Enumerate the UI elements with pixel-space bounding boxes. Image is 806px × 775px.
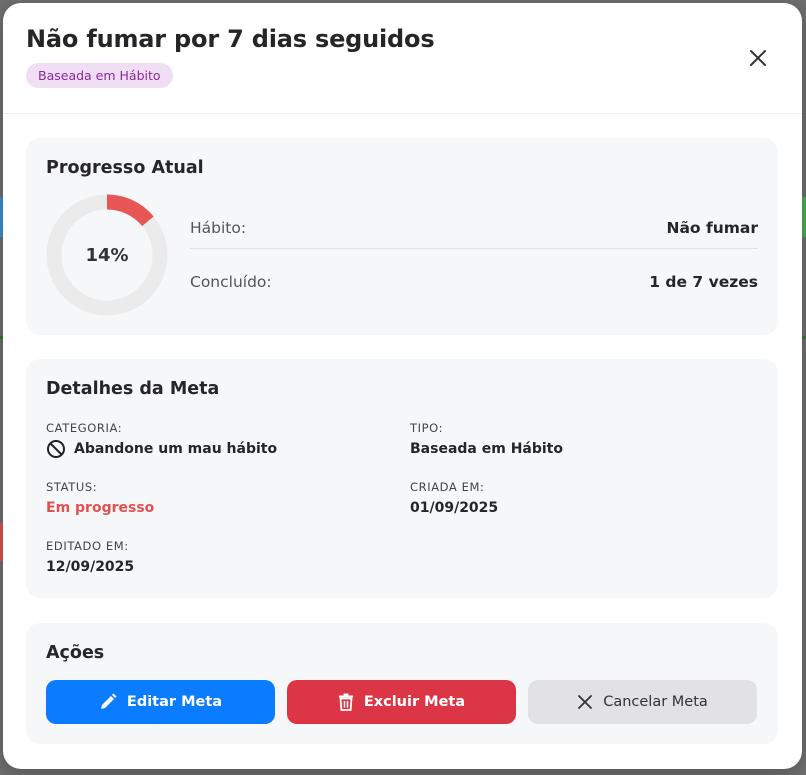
trash-icon xyxy=(338,693,353,711)
done-value: 1 de 7 vezes xyxy=(649,273,758,291)
edit-goal-label: Editar Meta xyxy=(126,694,223,710)
created-label: CRIADA EM: xyxy=(410,480,485,494)
modal-title: Não fumar por 7 dias seguidos xyxy=(26,25,435,53)
modal-header: Não fumar por 7 dias seguidos Baseada em… xyxy=(3,3,802,114)
divider xyxy=(190,248,758,249)
edit-goal-button[interactable]: Editar Meta xyxy=(46,680,275,724)
details-title: Detalhes da Meta xyxy=(46,379,220,399)
type-value: Baseada em Hábito xyxy=(410,441,563,457)
progress-percent: 14% xyxy=(85,244,129,266)
type-label: TIPO: xyxy=(410,421,444,435)
details-card: Detalhes da Meta CATEGORIA: Abandone um … xyxy=(26,359,778,598)
cancel-goal-button[interactable]: Cancelar Meta xyxy=(528,680,757,724)
cancel-goal-label: Cancelar Meta xyxy=(603,694,708,710)
delete-goal-label: Excluir Meta xyxy=(363,694,466,710)
goal-detail-modal: Não fumar por 7 dias seguidos Baseada em… xyxy=(3,3,802,769)
status-value: Em progresso xyxy=(46,500,155,516)
habit-value: Não fumar xyxy=(666,219,758,237)
done-label: Concluído: xyxy=(190,273,272,291)
habit-row: Hábito: Não fumar xyxy=(190,217,758,239)
category-value: Abandone um mau hábito xyxy=(46,439,277,459)
done-row: Concluído: 1 de 7 vezes xyxy=(190,271,758,293)
edited-label: EDITADO EM: xyxy=(46,539,129,553)
category-label: CATEGORIA: xyxy=(46,421,123,435)
status-label: STATUS: xyxy=(46,480,98,494)
progress-title: Progresso Atual xyxy=(46,158,204,178)
category-text: Abandone um mau hábito xyxy=(74,441,278,457)
close-icon xyxy=(750,50,766,66)
pencil-icon xyxy=(100,693,117,709)
progress-card: Progresso Atual 14% Hábito: Não fumar Co… xyxy=(26,138,778,335)
delete-goal-button[interactable]: Excluir Meta xyxy=(287,680,516,724)
ban-icon xyxy=(47,440,65,458)
actions-title: Ações xyxy=(46,643,105,663)
created-value: 01/09/2025 xyxy=(410,500,499,516)
close-button[interactable] xyxy=(743,43,773,73)
x-icon xyxy=(578,695,593,709)
type-badge: Baseada em Hábito xyxy=(26,63,173,88)
edited-value: 12/09/2025 xyxy=(46,559,135,575)
actions-card: Ações Editar Meta Excluir Meta Cancelar … xyxy=(26,623,778,744)
habit-label: Hábito: xyxy=(190,219,247,237)
